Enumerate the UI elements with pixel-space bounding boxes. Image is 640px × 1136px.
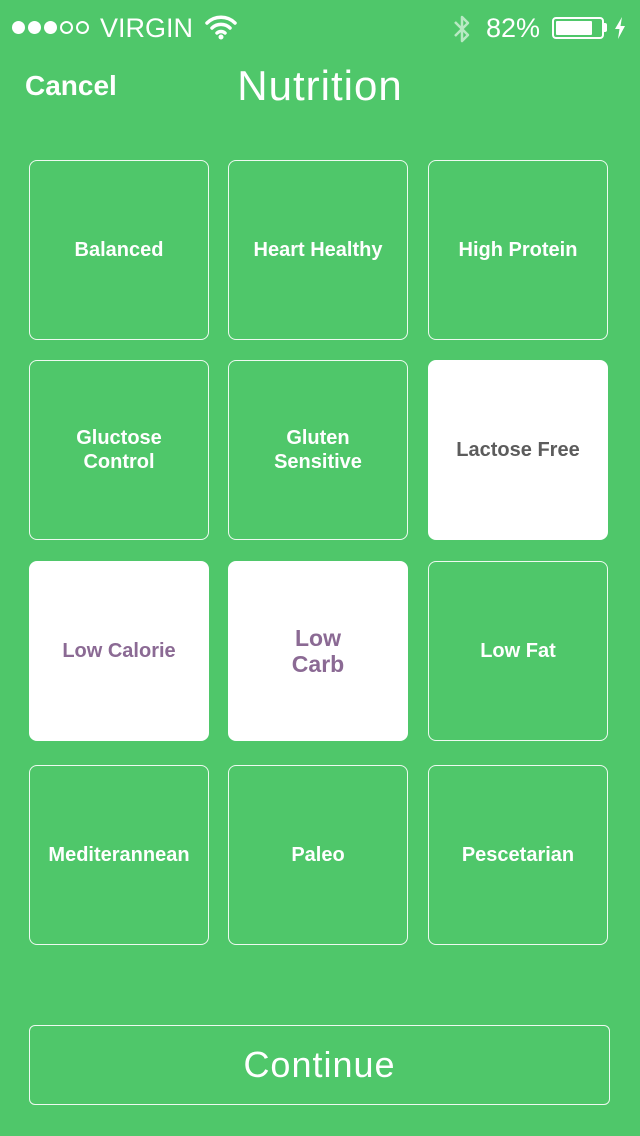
- battery-icon: [552, 17, 604, 39]
- carrier-name: VIRGIN: [100, 13, 194, 43]
- wifi-icon: [205, 14, 237, 45]
- option-label: Heart Healthy: [253, 239, 383, 261]
- option-label: Low Fat: [480, 640, 556, 662]
- option-tile[interactable]: Gluten Sensitive: [228, 360, 408, 540]
- option-tile[interactable]: Paleo: [228, 765, 408, 945]
- battery-percentage: 82%: [486, 13, 541, 43]
- option-label: Mediterannean: [48, 844, 190, 866]
- bluetooth-icon: [452, 14, 472, 49]
- signal-strength-icon: [12, 21, 89, 34]
- status-bar: VIRGIN 82%: [0, 0, 640, 56]
- option-label: Pescetarian: [461, 844, 575, 866]
- option-label: Lactose Free: [456, 439, 580, 461]
- charging-bolt-icon: [614, 17, 626, 44]
- option-tile[interactable]: Low Fat: [428, 561, 608, 741]
- option-label: Low Calorie: [62, 640, 176, 662]
- battery-tip: [604, 23, 607, 32]
- option-tile[interactable]: Heart Healthy: [228, 160, 408, 340]
- option-label: Low Carb: [291, 625, 345, 677]
- option-label: Gluctose Control: [76, 427, 162, 473]
- option-tile[interactable]: Gluctose Control: [29, 360, 209, 540]
- continue-button[interactable]: Continue: [29, 1025, 610, 1105]
- option-tile[interactable]: Low Carb: [228, 561, 408, 741]
- option-tile[interactable]: Pescetarian: [428, 765, 608, 945]
- option-label: High Protein: [458, 239, 578, 261]
- option-tile[interactable]: Lactose Free: [428, 360, 608, 540]
- option-tile[interactable]: Mediterannean: [29, 765, 209, 945]
- option-tile[interactable]: Balanced: [29, 160, 209, 340]
- option-label: Paleo: [291, 844, 345, 866]
- option-label: Balanced: [74, 239, 164, 261]
- option-label: Gluten Sensitive: [274, 427, 362, 473]
- option-tile[interactable]: Low Calorie: [29, 561, 209, 741]
- page-title: Nutrition: [237, 62, 403, 109]
- option-tile[interactable]: High Protein: [428, 160, 608, 340]
